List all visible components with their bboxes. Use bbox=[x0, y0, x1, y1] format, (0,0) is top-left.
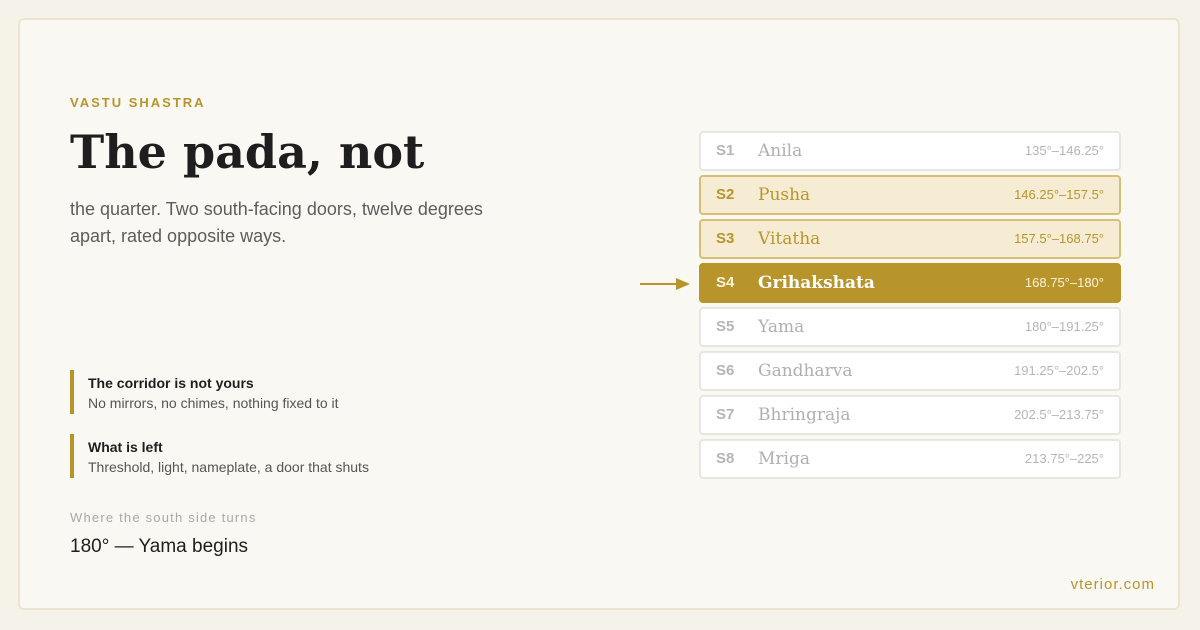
note-corridor: The corridor is not yours No mirrors, no… bbox=[70, 370, 470, 414]
pada-name: Gandharva bbox=[758, 361, 853, 381]
pada-range: 180°–191.25° bbox=[1024, 319, 1104, 334]
pada-range: 213.75°–225° bbox=[1024, 451, 1104, 466]
pada-name: Grihakshata bbox=[758, 273, 875, 293]
pada-code: S4 bbox=[716, 274, 735, 291]
pada-range: 168.75°–180° bbox=[1024, 275, 1104, 290]
pada-range: 135°–146.25° bbox=[1024, 143, 1104, 158]
pada-code: S3 bbox=[716, 230, 735, 247]
pada-row-s8: S8 Mriga 213.75°–225° bbox=[699, 439, 1121, 479]
turn-value: 180° — Yama begins bbox=[70, 536, 249, 557]
pada-row-s2: S2 Pusha 146.25°–157.5° bbox=[699, 175, 1121, 215]
pada-range: 146.25°–157.5° bbox=[1014, 187, 1104, 202]
pada-row-s7: S7 Bhringraja 202.5°–213.75° bbox=[699, 395, 1121, 435]
pada-code: S7 bbox=[716, 406, 735, 423]
pada-name: Pusha bbox=[758, 185, 811, 205]
note-body: No mirrors, no chimes, nothing fixed to … bbox=[88, 395, 339, 411]
page-title: The pada, not bbox=[70, 125, 425, 179]
pada-list: S1 Anila 135°–146.25° S2 Pusha 146.25°–157.5°… bbox=[699, 131, 1121, 483]
pada-name: Bhringraja bbox=[758, 405, 851, 425]
pada-code: S2 bbox=[716, 186, 735, 203]
pada-name: Yama bbox=[758, 317, 805, 337]
note-title: The corridor is not yours bbox=[88, 375, 254, 391]
pada-name: Vitatha bbox=[758, 229, 821, 249]
pada-name: Mriga bbox=[758, 449, 810, 469]
pada-row-s6: S6 Gandharva 191.25°–202.5° bbox=[699, 351, 1121, 391]
pada-row-s3: S3 Vitatha 157.5°–168.75° bbox=[699, 219, 1121, 259]
pada-range: 191.25°–202.5° bbox=[1014, 363, 1104, 378]
pada-range: 157.5°–168.75° bbox=[1014, 231, 1104, 246]
pada-row-s5: S5 Yama 180°–191.25° bbox=[699, 307, 1121, 347]
pada-code: S8 bbox=[716, 450, 735, 467]
pada-name: Anila bbox=[758, 141, 803, 161]
pada-row-s1: S1 Anila 135°–146.25° bbox=[699, 131, 1121, 171]
note-what-is-left: What is left Threshold, light, nameplate… bbox=[70, 434, 470, 478]
eyebrow: VASTU SHASTRA bbox=[70, 95, 206, 110]
right-arrow-icon bbox=[640, 278, 690, 290]
note-body: Threshold, light, nameplate, a door that… bbox=[88, 459, 369, 475]
note-title: What is left bbox=[88, 439, 163, 455]
turn-label: Where the south side turns bbox=[70, 510, 257, 525]
pada-range: 202.5°–213.75° bbox=[1014, 407, 1104, 422]
pada-row-s4: S4 Grihakshata 168.75°–180° bbox=[699, 263, 1121, 303]
brand-link[interactable]: vterior.com bbox=[1071, 576, 1155, 593]
subtitle: the quarter. Two south-facing doors, twe… bbox=[70, 199, 483, 246]
pada-code: S1 bbox=[716, 142, 735, 159]
pada-code: S6 bbox=[716, 362, 735, 379]
pada-code: S5 bbox=[716, 318, 735, 335]
